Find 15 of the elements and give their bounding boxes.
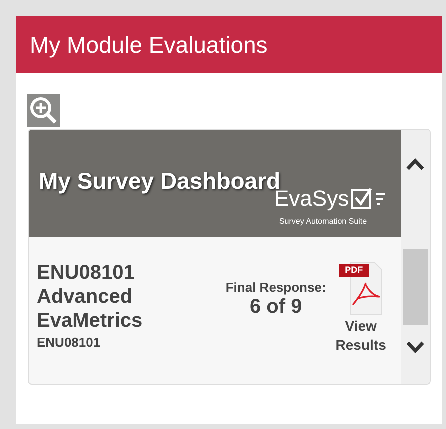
scroll-up-icon[interactable]	[406, 158, 426, 171]
status-label: Final Response:	[224, 279, 328, 296]
panel-title: My Module Evaluations	[30, 32, 268, 58]
view-results-link[interactable]: View Results	[331, 317, 392, 355]
module-name: Advanced EvaMetrics	[37, 285, 144, 333]
zoom-in-icon[interactable]	[27, 94, 60, 127]
brand-name: EvaSys	[274, 188, 350, 210]
checkbox-logo-icon	[351, 188, 388, 210]
pdf-badge: PDF	[339, 264, 370, 277]
module-code: ENU08101	[37, 261, 136, 285]
module-subcode: ENU08101	[37, 334, 102, 352]
scrollbar-thumb[interactable]	[403, 249, 428, 325]
scroll-down-icon[interactable]	[406, 341, 426, 354]
response-count: 6 of 9	[248, 296, 304, 318]
brand-tagline: Survey Automation Suite	[279, 216, 368, 228]
